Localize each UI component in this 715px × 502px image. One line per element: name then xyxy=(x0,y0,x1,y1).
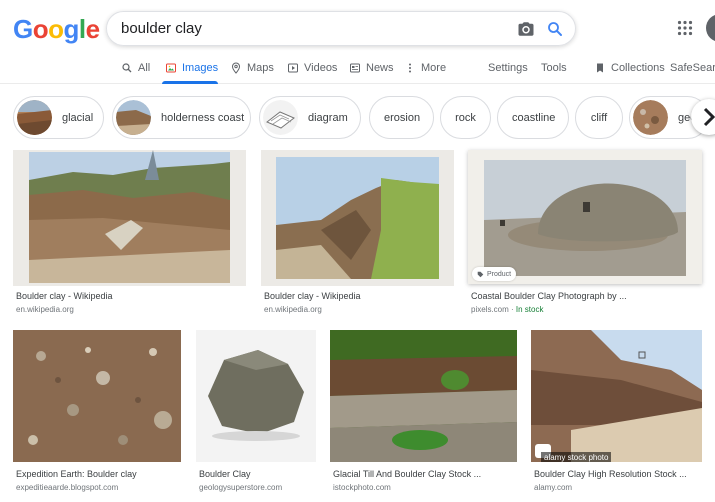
search-tabs: All Images Maps Videos News More Setting… xyxy=(0,56,715,84)
camera-icon[interactable] xyxy=(517,20,535,38)
video-icon xyxy=(288,63,298,73)
more-vert-icon xyxy=(409,63,411,73)
result-thumbnail[interactable] xyxy=(13,330,181,462)
search-icon xyxy=(122,63,132,73)
map-pin-icon xyxy=(231,62,241,74)
result-source[interactable]: expeditieaarde.blogspot.com xyxy=(16,483,118,492)
tab-all[interactable]: All xyxy=(121,62,150,74)
safesearch-link[interactable]: SafeSearch xyxy=(670,62,715,74)
result-image xyxy=(484,160,686,276)
result-thumbnail[interactable] xyxy=(261,150,454,286)
tag-icon xyxy=(477,271,484,277)
result-source[interactable]: alamy.com xyxy=(534,483,572,492)
tab-maps[interactable]: Maps xyxy=(230,62,274,74)
watermark: alamy stock photo xyxy=(541,452,612,462)
result-image xyxy=(531,330,702,462)
result-title[interactable]: Boulder clay - Wikipedia xyxy=(16,291,113,301)
badge-label: Product xyxy=(487,270,512,278)
tools-label: Tools xyxy=(541,62,567,74)
apps-grid-icon[interactable] xyxy=(677,20,693,36)
result-thumbnail[interactable] xyxy=(196,330,316,462)
result-thumbnail[interactable]: alamy stock photo xyxy=(531,330,702,462)
result-image xyxy=(29,150,230,283)
chip-thumbnail xyxy=(263,100,298,135)
tab-more[interactable]: More xyxy=(404,62,446,74)
result-image xyxy=(208,350,304,441)
tab-images[interactable]: Images xyxy=(165,62,218,74)
safesearch-label: SafeSearch xyxy=(670,62,715,74)
tools-link[interactable]: Tools xyxy=(541,62,567,74)
chip-label: glacial xyxy=(62,111,94,124)
tab-videos[interactable]: Videos xyxy=(287,62,337,74)
settings-link[interactable]: Settings xyxy=(488,62,528,74)
result-title[interactable]: Boulder Clay xyxy=(199,469,251,479)
search-box[interactable] xyxy=(106,11,576,46)
chip-glacial[interactable]: glacial xyxy=(13,96,104,139)
result-source[interactable]: geologysuperstore.com xyxy=(199,483,282,492)
tab-label: All xyxy=(138,62,151,74)
related-chips: glacial holderness coast diagram erosion… xyxy=(0,96,715,140)
source-domain: pixels.com xyxy=(471,305,509,314)
chip-rock[interactable]: rock xyxy=(440,96,491,139)
result-title[interactable]: Boulder Clay High Resolution Stock ... xyxy=(534,469,687,479)
chip-label: cliff xyxy=(590,111,608,124)
chip-erosion[interactable]: erosion xyxy=(369,96,434,139)
search-input[interactable] xyxy=(121,20,501,37)
tab-label: Videos xyxy=(304,62,338,74)
result-image xyxy=(330,330,517,462)
collections-label: Collections xyxy=(611,62,665,74)
chip-diagram[interactable]: diagram xyxy=(259,96,361,139)
chip-label: rock xyxy=(455,111,476,124)
tab-news[interactable]: News xyxy=(349,62,394,74)
tab-label: Images xyxy=(182,62,219,74)
collections-link[interactable]: Collections xyxy=(594,62,665,74)
result-source[interactable]: istockphoto.com xyxy=(333,483,391,492)
chip-holderness-coast[interactable]: holderness coast xyxy=(112,96,251,139)
active-tab-indicator xyxy=(162,81,218,84)
chip-label: erosion xyxy=(384,111,421,124)
result-title[interactable]: Coastal Boulder Clay Photograph by ... xyxy=(471,291,627,301)
result-title[interactable]: Boulder clay - Wikipedia xyxy=(264,291,361,301)
chip-label: holderness coast xyxy=(161,111,245,124)
settings-label: Settings xyxy=(488,62,528,74)
chip-thumbnail xyxy=(116,100,151,135)
tab-label: More xyxy=(421,62,447,74)
tab-label: Maps xyxy=(247,62,274,74)
chip-coastline[interactable]: coastline xyxy=(497,96,569,139)
google-logo[interactable]: Google xyxy=(13,14,100,45)
result-title[interactable]: Expedition Earth: Boulder clay xyxy=(16,469,137,479)
image-icon xyxy=(166,63,176,73)
chips-next-button[interactable] xyxy=(691,99,715,135)
chip-thumbnail xyxy=(17,100,52,135)
bookmark-icon xyxy=(597,63,603,73)
search-icon[interactable] xyxy=(546,20,564,38)
result-image xyxy=(276,157,439,279)
result-thumbnail[interactable] xyxy=(13,150,246,286)
chevron-right-icon xyxy=(703,107,715,127)
product-badge: Product xyxy=(472,267,517,281)
result-thumbnail[interactable] xyxy=(330,330,517,462)
chip-label: coastline xyxy=(512,111,556,124)
avatar[interactable] xyxy=(706,14,715,42)
chip-label: diagram xyxy=(308,111,348,124)
result-thumbnail[interactable]: Product xyxy=(468,150,702,284)
result-title[interactable]: Glacial Till And Boulder Clay Stock ... xyxy=(333,469,481,479)
stock-status: In stock xyxy=(515,305,544,314)
tab-label: News xyxy=(366,62,394,74)
result-source[interactable]: en.wikipedia.org xyxy=(16,305,74,314)
chip-cliff[interactable]: cliff xyxy=(575,96,623,139)
chip-thumbnail xyxy=(633,100,668,135)
top-bar: Google xyxy=(0,0,715,56)
result-source[interactable]: en.wikipedia.org xyxy=(264,305,322,314)
result-image xyxy=(13,330,181,462)
result-source[interactable]: pixels.com · In stock xyxy=(471,305,543,314)
news-icon xyxy=(350,63,360,73)
